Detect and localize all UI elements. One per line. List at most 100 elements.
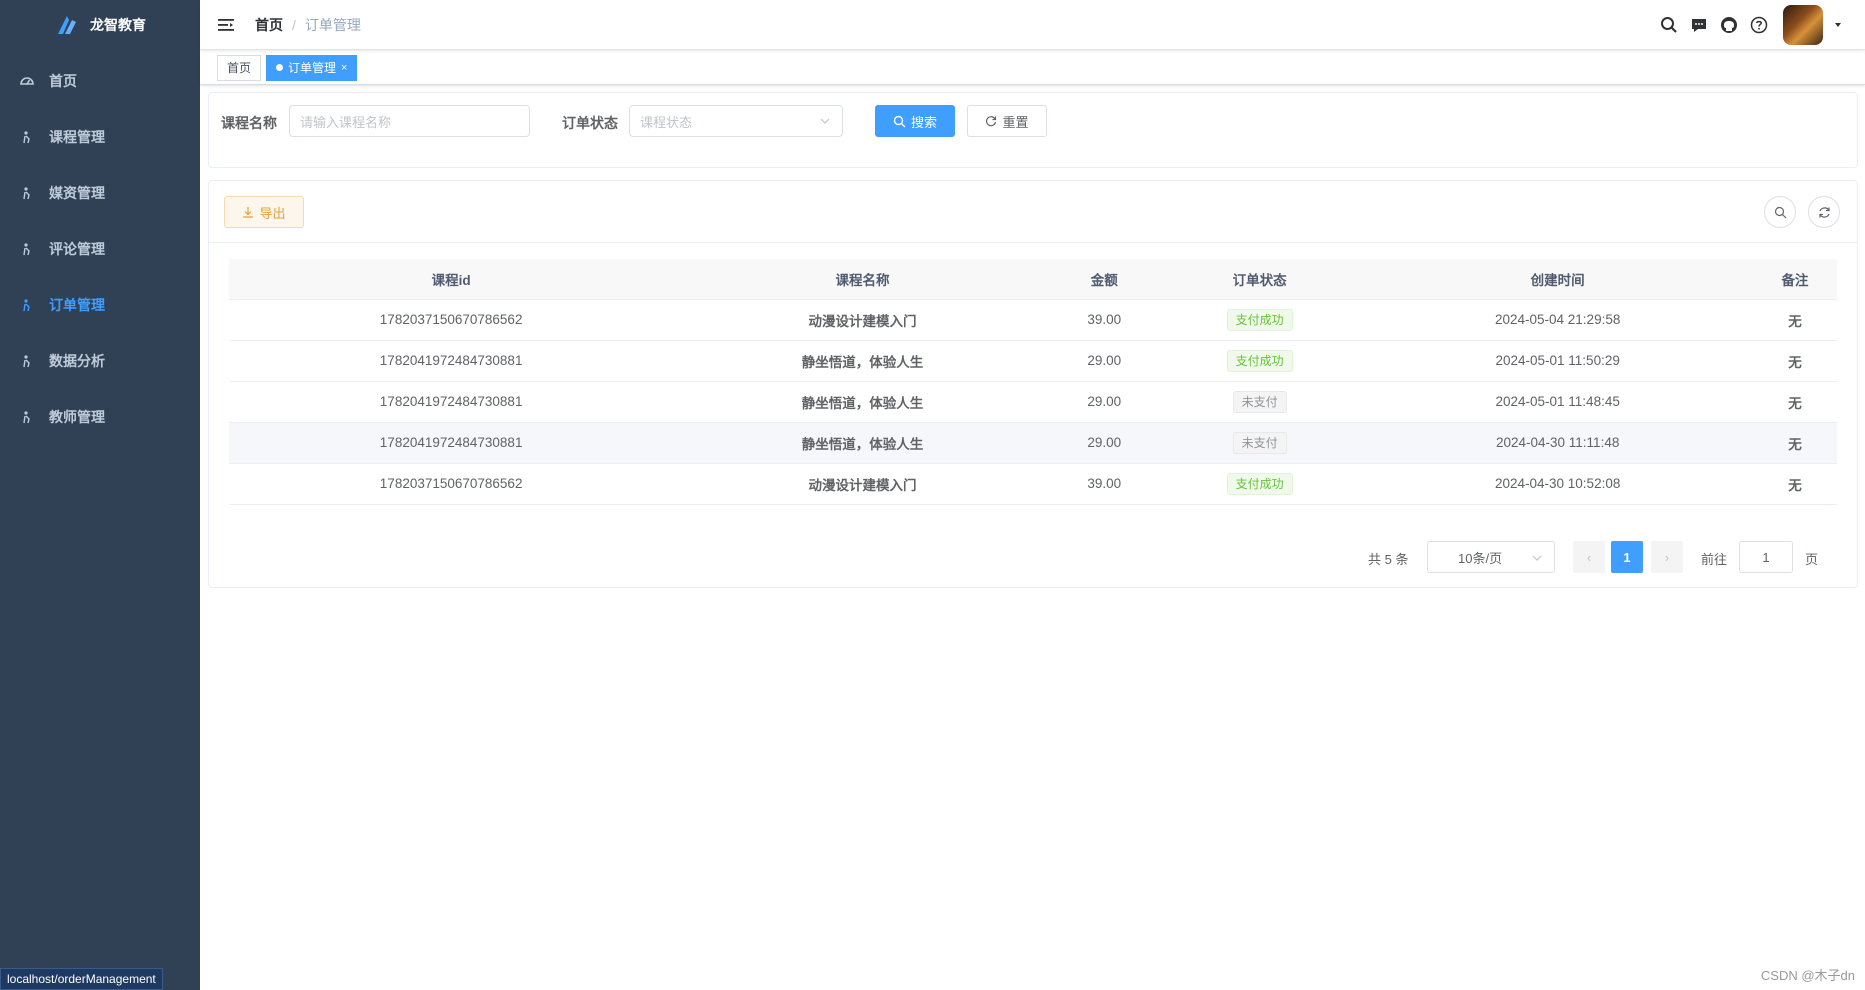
- cell-status: 支付成功: [1156, 340, 1363, 382]
- sidebar-item-label: 订单管理: [49, 297, 105, 313]
- order-status-select[interactable]: 课程状态: [629, 105, 843, 137]
- column-header[interactable]: 订单状态: [1156, 259, 1363, 300]
- sidebar-item-course[interactable]: 课程管理: [0, 109, 200, 165]
- sidebar-menu: 首页 课程管理 媒资管理 评论管理 订单管理 数据分析 教师管理: [0, 53, 200, 445]
- table-row[interactable]: 1782037150670786562 动漫设计建模入门 39.00 支付成功 …: [229, 299, 1837, 341]
- close-icon[interactable]: ×: [341, 62, 347, 74]
- status-badge: 未支付: [1232, 390, 1287, 413]
- sidebar-item-media[interactable]: 媒资管理: [0, 165, 200, 221]
- chevron-down-icon: [1532, 555, 1542, 561]
- table-header-row: 课程id 课程名称 金额 订单状态 创建时间 备注: [229, 259, 1837, 300]
- search-button-label: 搜索: [910, 114, 937, 130]
- refresh-icon: [986, 116, 997, 127]
- cell-status: 未支付: [1156, 422, 1363, 464]
- column-header[interactable]: 金额: [1051, 259, 1157, 300]
- cell-status: 支付成功: [1156, 299, 1363, 341]
- column-header[interactable]: 创建时间: [1362, 259, 1753, 300]
- table-row[interactable]: 1782041972484730881 静坐悟道，体验人生 29.00 支付成功…: [229, 340, 1837, 382]
- refresh-button[interactable]: [1808, 196, 1840, 228]
- download-icon: [243, 207, 254, 218]
- column-header[interactable]: 备注: [1752, 259, 1837, 300]
- export-button-label: 导出: [259, 205, 286, 221]
- dashboard-icon: [20, 74, 34, 88]
- course-name-input[interactable]: 请输入课程名称: [289, 105, 530, 137]
- hamburger-icon[interactable]: [217, 16, 235, 34]
- cell-status: 支付成功: [1156, 463, 1363, 505]
- cell-course-id: 1782037150670786562: [229, 463, 674, 505]
- status-badge: 支付成功: [1226, 472, 1293, 495]
- cell-amount: 39.00: [1051, 463, 1157, 505]
- sidebar-item-label: 数据分析: [49, 353, 105, 369]
- sidebar-item-order[interactable]: 订单管理: [0, 277, 200, 333]
- status-bar-url: localhost/orderManagement: [0, 968, 163, 990]
- course-name-placeholder: 请输入课程名称: [300, 114, 392, 130]
- breadcrumb-home[interactable]: 首页: [255, 15, 283, 35]
- cell-course-name: 静坐悟道，体验人生: [673, 422, 1052, 464]
- cell-remark: 无: [1752, 463, 1837, 505]
- cell-amount: 29.00: [1051, 381, 1157, 423]
- cell-course-id: 1782041972484730881: [229, 422, 674, 464]
- search-icon[interactable]: [1659, 15, 1679, 35]
- pagination-total: 共 5 条: [1368, 552, 1409, 567]
- cell-created-time: 2024-05-04 21:29:58: [1362, 299, 1753, 341]
- export-button[interactable]: 导出: [224, 196, 304, 228]
- reset-button[interactable]: 重置: [967, 105, 1047, 137]
- search-form: 课程名称 请输入课程名称 订单状态 课程状态 搜索 重置: [208, 92, 1858, 168]
- refresh-icon: [1818, 206, 1830, 218]
- logo[interactable]: 龙智教育: [0, 0, 200, 50]
- next-page-button[interactable]: ›: [1651, 541, 1683, 573]
- sidebar-item-home[interactable]: 首页: [0, 53, 200, 109]
- sidebar-item-comment[interactable]: 评论管理: [0, 221, 200, 277]
- chevron-down-icon[interactable]: [1833, 20, 1843, 30]
- breadcrumb-separator: /: [292, 16, 296, 33]
- sidebar-item-analytics[interactable]: 数据分析: [0, 333, 200, 389]
- breadcrumb-current: 订单管理: [304, 16, 361, 33]
- order-status-label: 订单状态: [562, 115, 618, 131]
- github-icon[interactable]: [1719, 15, 1739, 35]
- cell-amount: 29.00: [1051, 340, 1157, 382]
- cell-status: 未支付: [1156, 381, 1363, 423]
- message-icon[interactable]: [1689, 15, 1709, 35]
- cell-amount: 29.00: [1051, 422, 1157, 464]
- cell-course-name: 动漫设计建模入门: [673, 463, 1052, 505]
- page-size-select[interactable]: 10条/页: [1427, 541, 1555, 573]
- person-icon: [20, 410, 34, 424]
- order-table-card: 导出 课程id 课程名称 金额 订单状态 创建时间 备注 17820371506…: [208, 180, 1858, 588]
- sidebar-item-label: 首页: [49, 73, 77, 89]
- course-name-label: 课程名称: [221, 115, 277, 131]
- cell-created-time: 2024-05-01 11:48:45: [1362, 381, 1753, 423]
- tag-order[interactable]: 订单管理 ×: [266, 54, 358, 81]
- cell-course-id: 1782041972484730881: [229, 340, 674, 382]
- tag-home[interactable]: 首页: [217, 54, 262, 81]
- column-header[interactable]: 课程id: [229, 259, 674, 300]
- breadcrumb: 首页 / 订单管理: [255, 15, 361, 35]
- tag-label: 首页: [227, 61, 252, 75]
- logo-icon: [58, 16, 76, 34]
- table-row[interactable]: 1782041972484730881 静坐悟道，体验人生 29.00 未支付 …: [229, 381, 1837, 423]
- page-number-1[interactable]: 1: [1611, 541, 1643, 573]
- chevron-right-icon: ›: [1664, 549, 1670, 565]
- avatar[interactable]: [1783, 5, 1823, 45]
- search-icon: [1774, 206, 1786, 218]
- table-row[interactable]: 1782041972484730881 静坐悟道，体验人生 29.00 未支付 …: [229, 422, 1837, 464]
- person-icon: [20, 130, 34, 144]
- toggle-search-button[interactable]: [1764, 196, 1796, 228]
- search-button[interactable]: 搜索: [875, 105, 955, 137]
- cell-created-time: 2024-04-30 11:11:48: [1362, 422, 1753, 464]
- goto-page-input[interactable]: 1: [1739, 541, 1793, 573]
- table-row[interactable]: 1782037150670786562 动漫设计建模入门 39.00 支付成功 …: [229, 463, 1837, 505]
- person-icon: [20, 298, 34, 312]
- column-header[interactable]: 课程名称: [673, 259, 1052, 300]
- page-size-value: 10条/页: [1458, 550, 1503, 566]
- cell-course-name: 静坐悟道，体验人生: [673, 340, 1052, 382]
- tag-label: 订单管理: [288, 61, 337, 75]
- reset-button-label: 重置: [1002, 114, 1029, 130]
- sidebar: 龙智教育 首页 课程管理 媒资管理 评论管理 订单管理 数据分析 教师管理: [0, 0, 200, 990]
- pagination: 共 5 条 10条/页 ‹ 1 › 前往 1 页: [209, 541, 1857, 573]
- cell-course-name: 静坐悟道，体验人生: [673, 381, 1052, 423]
- chevron-left-icon: ‹: [1586, 549, 1592, 565]
- prev-page-button[interactable]: ‹: [1573, 541, 1605, 573]
- sidebar-item-label: 评论管理: [49, 241, 105, 257]
- sidebar-item-teacher[interactable]: 教师管理: [0, 389, 200, 445]
- help-icon[interactable]: [1749, 15, 1769, 35]
